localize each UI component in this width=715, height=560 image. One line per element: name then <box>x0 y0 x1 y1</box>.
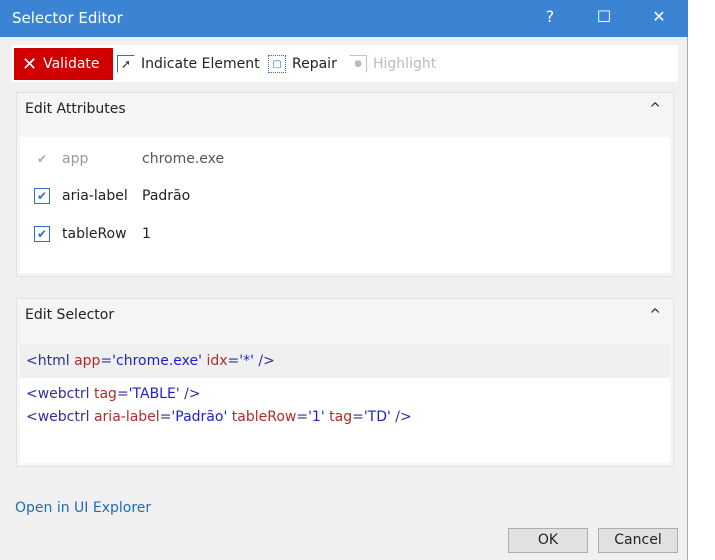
attribute-name: aria-label <box>62 188 128 204</box>
attribute-row: ✔ tableRow 1 <box>34 226 151 242</box>
repair-icon: ▢ <box>268 55 286 73</box>
highlight-label: Highlight <box>373 56 437 72</box>
ok-button[interactable]: OK <box>508 528 588 553</box>
toolbar: ✕ Validate ➚ Indicate Element ▢ Repair ●… <box>12 45 678 82</box>
checkbox-tablerow[interactable]: ✔ <box>34 226 50 242</box>
close-button[interactable]: ✕ <box>644 7 674 26</box>
highlight-icon: ● <box>349 55 367 73</box>
selector-line: <webctrl aria-label='Padrão' tableRow='1… <box>26 409 412 425</box>
edit-attributes-header[interactable]: Edit Attributes ^ <box>17 93 673 124</box>
panel-title: Edit Attributes <box>25 100 126 117</box>
cancel-button[interactable]: Cancel <box>598 528 678 553</box>
open-in-ui-explorer-link[interactable]: Open in UI Explorer <box>15 500 151 516</box>
checkbox-app[interactable]: ✔ <box>34 151 50 167</box>
x-icon: ✕ <box>22 53 38 75</box>
attribute-row: ✔ app chrome.exe <box>34 151 224 167</box>
attributes-list: ✔ app chrome.exe ✔ aria-label Padrão ✔ t… <box>20 137 670 273</box>
validate-label: Validate <box>43 56 100 72</box>
cursor-target-icon: ➚ <box>117 55 135 73</box>
maximize-button[interactable]: ☐ <box>589 7 619 26</box>
window-title: Selector Editor <box>12 9 123 27</box>
panel-title: Edit Selector <box>25 306 115 323</box>
validate-button[interactable]: ✕ Validate <box>14 48 113 80</box>
attribute-value[interactable]: 1 <box>142 226 151 242</box>
attribute-row: ✔ aria-label Padrão <box>34 188 190 204</box>
help-button[interactable]: ? <box>535 7 565 26</box>
repair-button[interactable]: ▢ Repair <box>268 48 337 80</box>
attribute-name: tableRow <box>62 226 127 242</box>
indicate-label: Indicate Element <box>141 56 260 72</box>
title-bar: Selector Editor ? ☐ ✕ <box>0 0 688 37</box>
chevron-up-icon[interactable]: ^ <box>649 307 661 323</box>
edit-attributes-panel: Edit Attributes ^ ✔ app chrome.exe ✔ ari… <box>16 92 674 277</box>
selector-root-line: <html app='chrome.exe' idx='*' /> <box>20 345 670 378</box>
indicate-element-button[interactable]: ➚ Indicate Element <box>117 48 260 80</box>
edit-selector-panel: Edit Selector ^ <html app='chrome.exe' i… <box>16 298 674 467</box>
selector-line: <webctrl tag='TABLE' /> <box>26 386 201 402</box>
attribute-value[interactable]: chrome.exe <box>142 151 224 167</box>
chevron-up-icon[interactable]: ^ <box>649 101 661 117</box>
selector-editor-dialog: Selector Editor ? ☐ ✕ ✕ Validate ➚ Indic… <box>0 0 688 560</box>
checkbox-aria-label[interactable]: ✔ <box>34 188 50 204</box>
attribute-value[interactable]: Padrão <box>142 188 190 204</box>
attribute-name: app <box>62 151 89 167</box>
repair-label: Repair <box>292 56 337 72</box>
selector-editor[interactable]: <html app='chrome.exe' idx='*' /> <webct… <box>20 345 670 463</box>
edit-selector-header[interactable]: Edit Selector ^ <box>17 299 673 330</box>
highlight-button[interactable]: ● Highlight <box>349 48 436 80</box>
